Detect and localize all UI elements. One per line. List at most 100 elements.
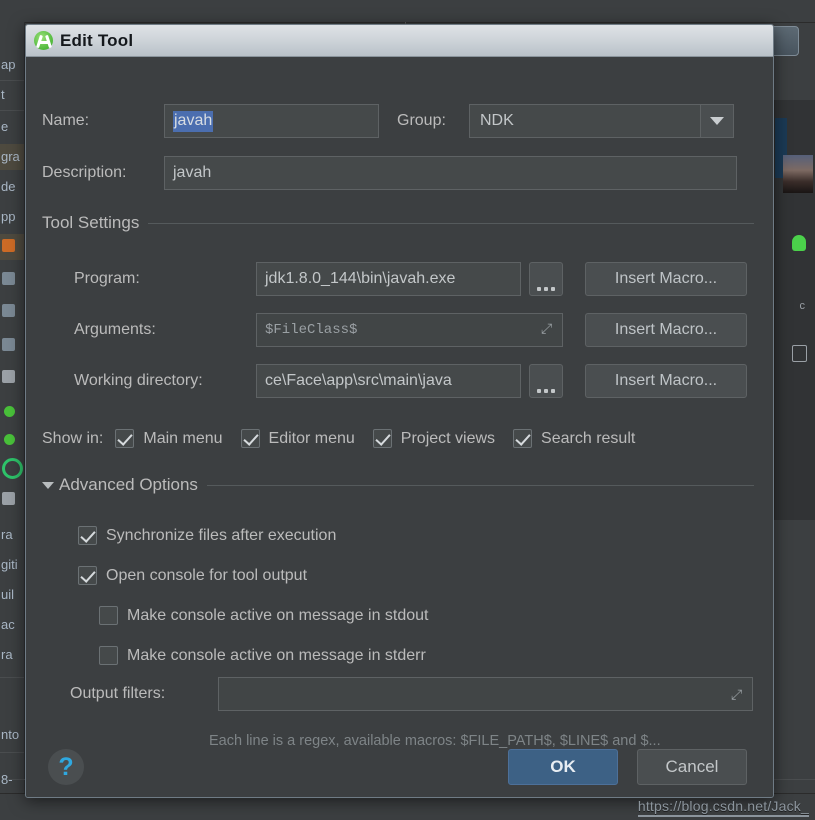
advanced-option-console-active-stdout[interactable]: Make console active on message in stdout	[99, 606, 429, 625]
ide-project-tree: ap t e gra de pp ra giti uil ac ra nto 8…	[0, 22, 25, 820]
gradle-icon	[2, 458, 23, 479]
tree-divider	[0, 110, 24, 111]
checkbox-icon[interactable]	[513, 429, 533, 448]
program-insert-macro-button[interactable]: Insert Macro...	[585, 262, 747, 296]
dialog-title-bar[interactable]: Edit Tool	[26, 25, 773, 57]
working-directory-input-value: ce\Face\app\src\main\java	[265, 372, 452, 389]
show-in-option-label: Project views	[400, 429, 496, 447]
preview-thumbnail	[783, 155, 813, 193]
tree-divider	[0, 80, 24, 81]
output-filters-row: Output filters: ⤢	[70, 677, 753, 711]
checkbox-icon[interactable]	[78, 566, 97, 585]
output-filters-hint: Each line is a regex, available macros: …	[209, 733, 661, 749]
checkbox-icon[interactable]	[99, 606, 118, 625]
panel-glyph: c	[799, 300, 806, 312]
ok-button[interactable]: OK	[508, 749, 618, 785]
status-dot-icon	[4, 406, 15, 417]
checkbox-icon[interactable]	[115, 429, 135, 448]
name-input[interactable]: javah	[164, 104, 379, 138]
android-studio-icon	[34, 31, 53, 50]
working-directory-input[interactable]: ce\Face\app\src\main\java	[256, 364, 521, 398]
show-in-option-label: Main menu	[143, 429, 223, 447]
advanced-options-section-header[interactable]: Advanced Options	[42, 475, 754, 495]
android-icon	[792, 235, 806, 251]
advanced-option-label: Open console for tool output	[106, 566, 308, 584]
tree-item: de	[1, 179, 16, 194]
advanced-options-label: Advanced Options	[59, 475, 198, 494]
advanced-option-console-active-stderr[interactable]: Make console active on message in stderr	[99, 646, 426, 665]
working-directory-label: Working directory:	[74, 372, 203, 389]
tree-item: pp	[1, 209, 16, 224]
arguments-row: Arguments: $FileClass$ ⤢ Insert Macro...	[74, 313, 747, 347]
program-input[interactable]: jdk1.8.0_144\bin\javah.exe	[256, 262, 521, 296]
arguments-label: Arguments:	[74, 321, 156, 338]
arguments-input[interactable]: $FileClass$ ⤢	[256, 313, 563, 347]
program-label: Program:	[74, 270, 140, 287]
working-directory-browse-button[interactable]	[529, 364, 563, 398]
show-in-option-project-views[interactable]: Project views	[372, 429, 496, 448]
tree-item: nto	[1, 727, 20, 742]
tree-item: ra	[1, 527, 13, 542]
description-row: Description: javah	[42, 156, 737, 190]
program-browse-button[interactable]	[529, 262, 563, 296]
show-in-option-label: Search result	[541, 429, 636, 447]
advanced-option-label: Synchronize files after execution	[106, 526, 337, 544]
help-button[interactable]: ?	[48, 749, 84, 785]
ellipsis-icon	[537, 259, 555, 300]
tree-divider	[0, 677, 24, 678]
description-input[interactable]: javah	[164, 156, 737, 190]
status-dot-icon	[4, 434, 15, 445]
tool-settings-label: Tool Settings	[42, 213, 140, 232]
checkbox-icon[interactable]	[240, 429, 260, 448]
edit-tool-dialog: Edit Tool Name: javah Group: NDK Descrip…	[25, 24, 774, 798]
file-icon	[2, 370, 15, 383]
name-input-value: javah	[173, 110, 214, 132]
folder-icon	[2, 338, 15, 351]
description-input-value: javah	[173, 164, 212, 181]
show-in-option-main-menu[interactable]: Main menu	[115, 429, 223, 448]
output-filters-input[interactable]: ⤢	[218, 677, 753, 711]
show-in-label: Show in:	[42, 429, 104, 447]
program-row: Program: jdk1.8.0_144\bin\javah.exe Inse…	[74, 262, 747, 296]
module-icon	[2, 239, 15, 252]
arguments-input-value: $FileClass$	[265, 322, 358, 338]
expand-diagonal-icon[interactable]: ⤢	[541, 323, 555, 337]
tree-item: uil	[1, 587, 15, 602]
group-select[interactable]: NDK	[469, 104, 734, 138]
advanced-option-label: Make console active on message in stdout	[127, 606, 429, 624]
advanced-option-synchronize-files[interactable]: Synchronize files after execution	[78, 526, 336, 545]
panel-box-icon	[792, 345, 807, 362]
show-in-option-editor-menu[interactable]: Editor menu	[240, 429, 355, 448]
ide-top-bar	[0, 0, 815, 23]
ellipsis-icon	[537, 361, 555, 402]
tool-settings-section-header: Tool Settings	[42, 213, 754, 233]
tree-item-selected: gra	[0, 144, 24, 170]
watermark: https://blog.csdn.net/Jack_	[637, 798, 809, 817]
working-directory-insert-macro-button[interactable]: Insert Macro...	[585, 364, 747, 398]
advanced-option-label: Make console active on message in stderr	[127, 646, 426, 664]
tree-item: ap	[1, 57, 16, 72]
tree-item: t	[1, 87, 5, 102]
program-input-value: jdk1.8.0_144\bin\javah.exe	[265, 270, 456, 287]
show-in-row: Show in: Main menu Editor menu Project v…	[42, 429, 635, 448]
watermark-text: https://blog.csdn.net/Jack_	[637, 798, 809, 817]
description-label: Description:	[42, 164, 127, 181]
tree-item: 8-	[1, 772, 13, 787]
arguments-insert-macro-button[interactable]: Insert Macro...	[585, 313, 747, 347]
show-in-option-label: Editor menu	[268, 429, 355, 447]
checkbox-icon[interactable]	[99, 646, 118, 665]
tree-item: ac	[1, 617, 15, 632]
checkbox-icon[interactable]	[78, 526, 97, 545]
checkbox-icon[interactable]	[372, 429, 392, 448]
show-in-option-search-result[interactable]: Search result	[513, 429, 635, 448]
cancel-button[interactable]: Cancel	[637, 749, 747, 785]
tree-item: e	[1, 119, 9, 134]
group-label: Group:	[397, 112, 446, 129]
tree-divider	[0, 752, 24, 753]
name-row: Name: javah Group: NDK	[42, 104, 734, 138]
section-rule	[206, 484, 754, 486]
chevron-down-icon[interactable]	[700, 105, 733, 137]
advanced-option-open-console[interactable]: Open console for tool output	[78, 566, 307, 585]
expand-diagonal-icon[interactable]: ⤢	[731, 687, 745, 701]
triangle-down-icon[interactable]	[42, 481, 54, 489]
